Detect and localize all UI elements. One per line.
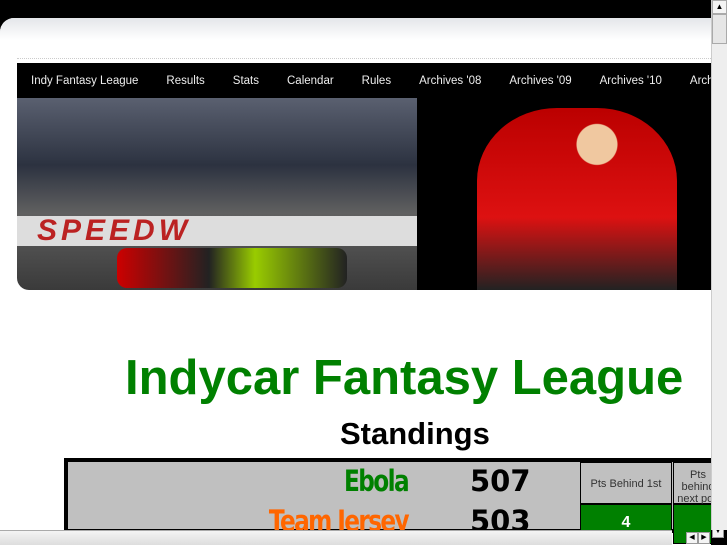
- vertical-scrollbar[interactable]: ▲: [711, 0, 727, 530]
- header-pts-behind-next: Pts behind next pos: [673, 462, 711, 505]
- nav-archives-08[interactable]: Archives '08: [419, 75, 481, 87]
- nav-rules[interactable]: Rules: [362, 75, 391, 87]
- scroll-thumb[interactable]: [712, 14, 727, 44]
- nav-results[interactable]: Results: [166, 75, 204, 87]
- standings-table: Ebola 507 Team Jersey 503 Pts Behind 1st…: [64, 458, 711, 544]
- header-pts-behind-first: Pts Behind 1st: [580, 462, 672, 504]
- nav-calendar[interactable]: Calendar: [287, 75, 334, 87]
- team-name: Ebola: [343, 464, 410, 498]
- divider: [17, 58, 711, 59]
- horizontal-scrollbar[interactable]: [0, 530, 672, 545]
- banner-race-image: SPEEDW: [17, 98, 417, 290]
- standings-heading: Standings: [340, 416, 490, 451]
- nav-archives-10[interactable]: Archives '10: [600, 75, 662, 87]
- page-panel: Indy Fantasy League Results Stats Calend…: [0, 18, 711, 545]
- nav-archives-09[interactable]: Archives '09: [509, 75, 571, 87]
- scroll-right-icon[interactable]: ▶: [698, 532, 710, 544]
- horizontal-scroll-buttons[interactable]: ◀ ▶: [686, 532, 710, 544]
- race-cars: [117, 248, 347, 288]
- nav-home[interactable]: Indy Fantasy League: [31, 75, 138, 87]
- panel-header: [0, 18, 711, 40]
- page-title: Indycar Fantasy League: [125, 351, 684, 405]
- header-banner: SPEEDW: [17, 98, 711, 290]
- nav-archives[interactable]: Archives: [690, 75, 711, 87]
- scroll-left-icon[interactable]: ◀: [686, 532, 698, 544]
- scroll-up-icon[interactable]: ▲: [712, 0, 727, 14]
- driver-figure: [477, 108, 677, 290]
- banner-driver-image: [417, 98, 711, 290]
- speedway-sign: SPEEDW: [17, 216, 417, 246]
- nav-stats[interactable]: Stats: [233, 75, 259, 87]
- team-points: 507: [470, 464, 531, 498]
- table-row: Ebola 507: [68, 464, 578, 502]
- nav-bar: Indy Fantasy League Results Stats Calend…: [17, 63, 711, 98]
